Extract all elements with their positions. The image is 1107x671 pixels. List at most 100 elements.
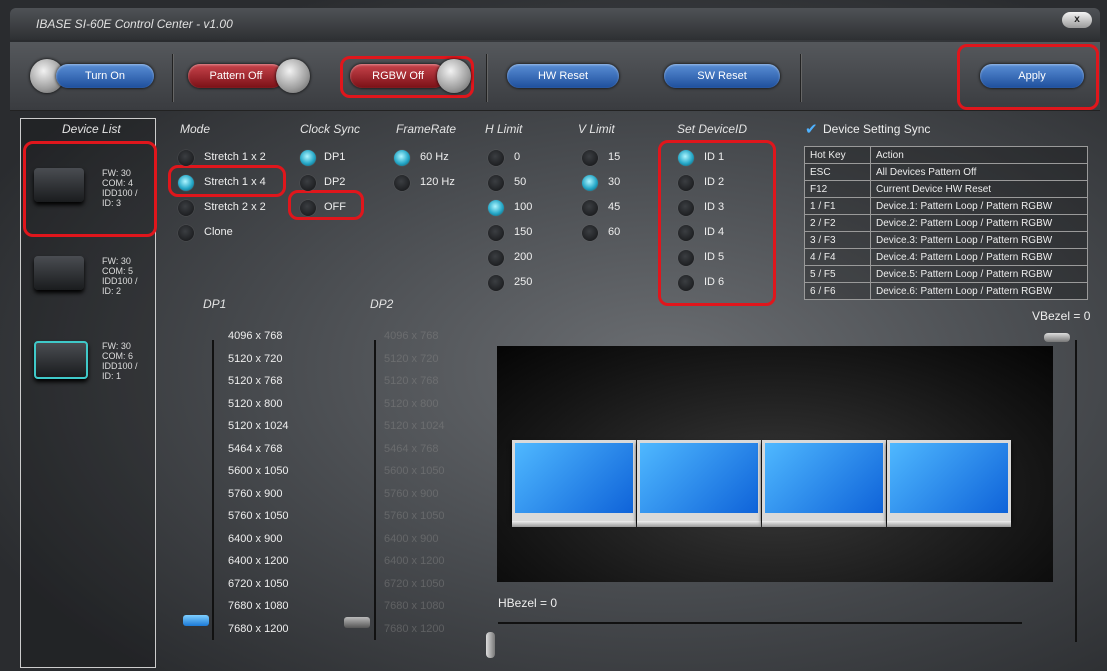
device-id-label[interactable]: ID 2 bbox=[704, 176, 724, 188]
device-id-label[interactable]: ID 5 bbox=[704, 251, 724, 263]
device-3-icon[interactable] bbox=[34, 341, 88, 379]
device-id-radio-3[interactable] bbox=[678, 225, 694, 241]
dp1-resolution-item[interactable]: 7680 x 1080 bbox=[228, 600, 289, 612]
device-2-icon[interactable] bbox=[34, 256, 84, 290]
v-limit-label[interactable]: 60 bbox=[608, 226, 620, 238]
device-id-radio-2[interactable] bbox=[678, 200, 694, 216]
v-limit-label[interactable]: 30 bbox=[608, 176, 620, 188]
mode-radio-3[interactable] bbox=[178, 225, 194, 241]
clock-sync-radio-0[interactable] bbox=[300, 150, 316, 166]
hbezel-slider-handle[interactable] bbox=[486, 632, 495, 658]
dp1-slider-track[interactable] bbox=[212, 340, 214, 640]
dp2-resolution-item[interactable]: 5464 x 768 bbox=[384, 443, 438, 455]
dp2-resolution-item[interactable]: 5120 x 800 bbox=[384, 398, 438, 410]
mode-label[interactable]: Stretch 1 x 4 bbox=[204, 176, 266, 188]
h-limit-label[interactable]: 0 bbox=[514, 151, 520, 163]
dp2-resolution-item[interactable]: 6720 x 1050 bbox=[384, 578, 445, 590]
dp1-resolution-item[interactable]: 6400 x 1200 bbox=[228, 555, 289, 567]
device-id-radio-4[interactable] bbox=[678, 250, 694, 266]
mode-label[interactable]: Clone bbox=[204, 226, 233, 238]
frame-rate-radio-1[interactable] bbox=[394, 175, 410, 191]
turn-on-button[interactable]: Turn On bbox=[56, 64, 154, 88]
dp1-resolution-item[interactable]: 5120 x 800 bbox=[228, 398, 282, 410]
h-limit-radio-2[interactable] bbox=[488, 200, 504, 216]
device-3-info[interactable]: FW: 30 COM: 6 IDD100 / ID: 1 bbox=[102, 341, 138, 381]
device-1-icon[interactable] bbox=[34, 168, 84, 202]
frame-rate-radio-0[interactable] bbox=[394, 150, 410, 166]
dp2-resolution-item[interactable]: 5760 x 900 bbox=[384, 488, 438, 500]
v-limit-label[interactable]: 45 bbox=[608, 201, 620, 213]
rgbw-off-knob-icon[interactable] bbox=[437, 59, 471, 93]
mode-radio-1[interactable] bbox=[178, 175, 194, 191]
dp1-resolution-item[interactable]: 5120 x 720 bbox=[228, 353, 282, 365]
dp1-resolution-item[interactable]: 7680 x 1200 bbox=[228, 623, 289, 635]
dp1-slider-handle[interactable] bbox=[183, 615, 209, 626]
dp2-resolution-item[interactable]: 6400 x 1200 bbox=[384, 555, 445, 567]
dp2-resolution-item[interactable]: 6400 x 900 bbox=[384, 533, 438, 545]
hbezel-track[interactable] bbox=[498, 622, 1022, 624]
h-limit-label[interactable]: 150 bbox=[514, 226, 532, 238]
device-id-label[interactable]: ID 6 bbox=[704, 276, 724, 288]
vbezel-track[interactable] bbox=[1075, 340, 1077, 642]
h-limit-radio-3[interactable] bbox=[488, 225, 504, 241]
device-setting-sync-label[interactable]: Device Setting Sync bbox=[823, 122, 930, 136]
dp2-resolution-item[interactable]: 4096 x 768 bbox=[384, 330, 438, 342]
clock-sync-label[interactable]: DP2 bbox=[324, 176, 345, 188]
device-id-label[interactable]: ID 3 bbox=[704, 201, 724, 213]
h-limit-label[interactable]: 250 bbox=[514, 276, 532, 288]
mode-label[interactable]: Stretch 1 x 2 bbox=[204, 151, 266, 163]
v-limit-label[interactable]: 15 bbox=[608, 151, 620, 163]
v-limit-radio-2[interactable] bbox=[582, 200, 598, 216]
dp1-resolution-item[interactable]: 5600 x 1050 bbox=[228, 465, 289, 477]
rgbw-off-button[interactable]: RGBW Off bbox=[350, 64, 446, 88]
device-id-radio-0[interactable] bbox=[678, 150, 694, 166]
dp2-resolution-item[interactable]: 5120 x 768 bbox=[384, 375, 438, 387]
dp2-resolution-item[interactable]: 7680 x 1080 bbox=[384, 600, 445, 612]
dp2-resolution-item[interactable]: 5600 x 1050 bbox=[384, 465, 445, 477]
dp1-resolution-item[interactable]: 6720 x 1050 bbox=[228, 578, 289, 590]
mode-radio-0[interactable] bbox=[178, 150, 194, 166]
device-id-radio-1[interactable] bbox=[678, 175, 694, 191]
h-limit-radio-4[interactable] bbox=[488, 250, 504, 266]
dp1-resolution-item[interactable]: 5760 x 1050 bbox=[228, 510, 289, 522]
checkbox-check-icon[interactable]: ✔ bbox=[805, 120, 818, 138]
clock-sync-radio-2[interactable] bbox=[300, 200, 316, 216]
mode-label[interactable]: Stretch 2 x 2 bbox=[204, 201, 266, 213]
device-id-label[interactable]: ID 1 bbox=[704, 151, 724, 163]
h-limit-label[interactable]: 200 bbox=[514, 251, 532, 263]
h-limit-label[interactable]: 50 bbox=[514, 176, 526, 188]
vbezel-slider-handle[interactable] bbox=[1044, 333, 1070, 342]
dp1-resolution-item[interactable]: 5760 x 900 bbox=[228, 488, 282, 500]
dp2-resolution-item[interactable]: 5120 x 1024 bbox=[384, 420, 445, 432]
dp2-resolution-item[interactable]: 7680 x 1200 bbox=[384, 623, 445, 635]
frame-rate-label[interactable]: 120 Hz bbox=[420, 176, 455, 188]
h-limit-label[interactable]: 100 bbox=[514, 201, 532, 213]
v-limit-radio-1[interactable] bbox=[582, 175, 598, 191]
dp1-resolution-item[interactable]: 4096 x 768 bbox=[228, 330, 282, 342]
hw-reset-button[interactable]: HW Reset bbox=[507, 64, 619, 88]
clock-sync-label[interactable]: DP1 bbox=[324, 151, 345, 163]
dp2-slider-handle[interactable] bbox=[344, 617, 370, 628]
v-limit-radio-0[interactable] bbox=[582, 150, 598, 166]
device-2-info[interactable]: FW: 30 COM: 5 IDD100 / ID: 2 bbox=[102, 256, 138, 296]
clock-sync-label[interactable]: OFF bbox=[324, 201, 346, 213]
h-limit-radio-0[interactable] bbox=[488, 150, 504, 166]
apply-button[interactable]: Apply bbox=[980, 64, 1084, 88]
sw-reset-button[interactable]: SW Reset bbox=[664, 64, 780, 88]
device-1-info[interactable]: FW: 30 COM: 4 IDD100 / ID: 3 bbox=[102, 168, 138, 208]
pattern-off-button[interactable]: Pattern Off bbox=[188, 64, 284, 88]
dp2-resolution-item[interactable]: 5760 x 1050 bbox=[384, 510, 445, 522]
frame-rate-label[interactable]: 60 Hz bbox=[420, 151, 449, 163]
h-limit-radio-1[interactable] bbox=[488, 175, 504, 191]
dp1-resolution-item[interactable]: 5464 x 768 bbox=[228, 443, 282, 455]
mode-radio-2[interactable] bbox=[178, 200, 194, 216]
device-id-radio-5[interactable] bbox=[678, 275, 694, 291]
device-id-label[interactable]: ID 4 bbox=[704, 226, 724, 238]
v-limit-radio-3[interactable] bbox=[582, 225, 598, 241]
close-button[interactable]: x bbox=[1062, 12, 1092, 28]
pattern-off-knob-icon[interactable] bbox=[276, 59, 310, 93]
dp2-slider-track[interactable] bbox=[374, 340, 376, 640]
dp1-resolution-item[interactable]: 6400 x 900 bbox=[228, 533, 282, 545]
clock-sync-radio-1[interactable] bbox=[300, 175, 316, 191]
dp1-resolution-item[interactable]: 5120 x 1024 bbox=[228, 420, 289, 432]
